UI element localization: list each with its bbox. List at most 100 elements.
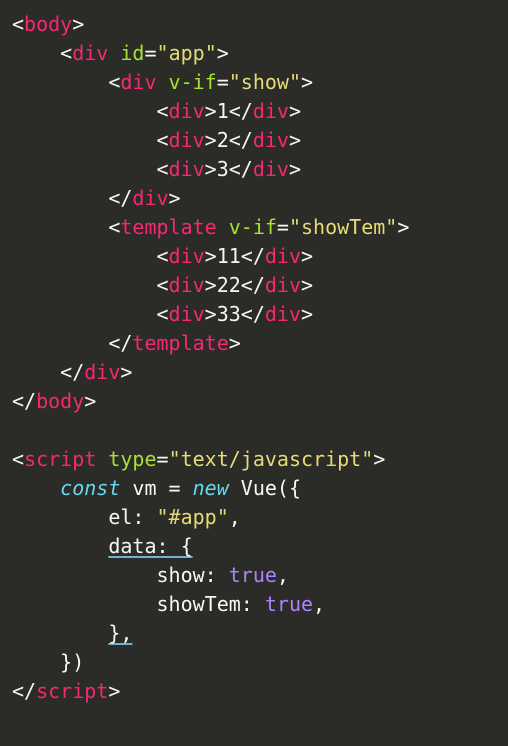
code-line[interactable]: <body> <box>12 10 496 39</box>
token: > <box>229 331 241 355</box>
token: "app" <box>157 41 217 65</box>
code-content: <div>2</div> <box>157 128 302 152</box>
token: Vue({ <box>229 476 301 500</box>
code-line[interactable]: <div>3</div> <box>12 155 496 184</box>
indent <box>12 331 108 355</box>
code-content: <template v-if="showTem"> <box>108 215 409 239</box>
token: script <box>36 679 108 703</box>
token: < <box>157 302 169 326</box>
token: >33</ <box>205 302 265 326</box>
code-content: showTem: true, <box>157 592 326 616</box>
code-line[interactable]: </script> <box>12 677 496 706</box>
indent <box>12 534 108 558</box>
code-line[interactable]: el: "#app", <box>12 503 496 532</box>
token: div <box>169 244 205 268</box>
token: < <box>108 70 120 94</box>
token: >22</ <box>205 273 265 297</box>
code-line[interactable]: <div>33</div> <box>12 300 496 329</box>
token: < <box>157 128 169 152</box>
indent <box>12 360 60 384</box>
token: >1</ <box>205 99 253 123</box>
token: }) <box>60 650 84 674</box>
token: > <box>301 244 313 268</box>
token <box>157 70 169 94</box>
code-line[interactable]: </div> <box>12 358 496 387</box>
token: < <box>108 215 120 239</box>
token: div <box>169 157 205 181</box>
token: div <box>169 302 205 326</box>
token: div <box>72 41 108 65</box>
token: > <box>108 679 120 703</box>
token: v-if <box>229 215 277 239</box>
token: < <box>60 41 72 65</box>
code-line[interactable]: }) <box>12 648 496 677</box>
token: script <box>24 447 96 471</box>
token: "#app" <box>157 505 229 529</box>
token: div <box>169 99 205 123</box>
token <box>217 215 229 239</box>
code-line[interactable]: <div id="app"> <box>12 39 496 68</box>
token: true <box>265 592 313 616</box>
code-line[interactable]: show: true, <box>12 561 496 590</box>
code-content: <div v-if="show"> <box>108 70 313 94</box>
code-line[interactable]: <div>11</div> <box>12 242 496 271</box>
token: id <box>120 41 144 65</box>
code-line[interactable]: showTem: true, <box>12 590 496 619</box>
code-content: <div>33</div> <box>157 302 314 326</box>
code-line[interactable]: <template v-if="showTem"> <box>12 213 496 242</box>
code-line[interactable] <box>12 416 496 445</box>
code-line[interactable]: </template> <box>12 329 496 358</box>
token: div <box>253 128 289 152</box>
code-editor[interactable]: <body> <div id="app"> <div v-if="show"> … <box>0 0 508 746</box>
code-content: </script> <box>12 679 120 703</box>
indent <box>12 99 157 123</box>
code-content: <div>3</div> <box>157 157 302 181</box>
token: > <box>397 215 409 239</box>
token: >2</ <box>205 128 253 152</box>
token: template <box>132 331 228 355</box>
token: < <box>157 99 169 123</box>
code-content: show: true, <box>157 563 289 587</box>
token: < <box>157 273 169 297</box>
code-line[interactable]: <div v-if="show"> <box>12 68 496 97</box>
token: </ <box>12 679 36 703</box>
code-content: <div id="app"> <box>60 41 229 65</box>
code-line[interactable]: <div>22</div> <box>12 271 496 300</box>
token: </ <box>108 331 132 355</box>
token: v-if <box>169 70 217 94</box>
token: > <box>301 273 313 297</box>
token: type <box>108 447 156 471</box>
code-line[interactable]: data: { <box>12 532 496 561</box>
code-content: <script type="text/javascript"> <box>12 447 385 471</box>
code-line[interactable]: }, <box>12 619 496 648</box>
token: el: <box>108 505 156 529</box>
indent <box>12 215 108 239</box>
token <box>96 447 108 471</box>
token: > <box>84 389 96 413</box>
code-content: <div>1</div> <box>157 99 302 123</box>
token: = <box>277 215 289 239</box>
token: div <box>265 244 301 268</box>
token: div <box>169 273 205 297</box>
indent <box>12 505 108 529</box>
token: > <box>72 12 84 36</box>
token: template <box>120 215 216 239</box>
code-line[interactable]: </body> <box>12 387 496 416</box>
code-line[interactable]: </div> <box>12 184 496 213</box>
indent <box>12 70 108 94</box>
token: div <box>265 273 301 297</box>
token: div <box>120 70 156 94</box>
code-line[interactable]: <div>2</div> <box>12 126 496 155</box>
code-line[interactable]: <script type="text/javascript"> <box>12 445 496 474</box>
token: , <box>229 505 241 529</box>
token: }, <box>108 621 132 645</box>
code-content: const vm = new Vue({ <box>60 476 301 500</box>
token: > <box>289 99 301 123</box>
code-line[interactable]: <div>1</div> <box>12 97 496 126</box>
code-content: }) <box>60 650 84 674</box>
token: div <box>265 302 301 326</box>
code-content: </div> <box>108 186 180 210</box>
token: show: <box>157 563 229 587</box>
code-line[interactable]: const vm = new Vue({ <box>12 474 496 503</box>
indent <box>12 157 157 181</box>
